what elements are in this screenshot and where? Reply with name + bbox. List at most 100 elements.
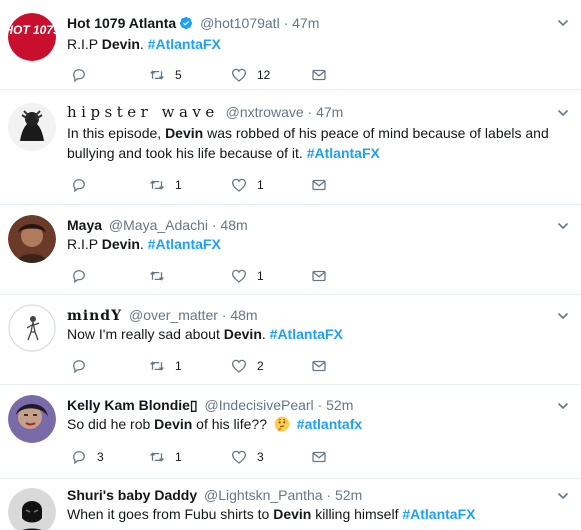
hashtag-link[interactable]: #AtlantaFX [307, 145, 380, 161]
reply-icon [73, 270, 85, 284]
hashtag-link[interactable]: #AtlantaFX [402, 506, 475, 522]
timestamp[interactable]: 47m [292, 15, 319, 31]
handle[interactable]: @over_matter [129, 307, 218, 323]
direct-message-button[interactable] [310, 357, 328, 375]
reply-button[interactable]: 3 [70, 448, 104, 466]
avatar-image [8, 395, 56, 443]
chevron-down-icon[interactable] [557, 17, 569, 29]
tweet[interactable]: Shuri's baby Daddy @Lightskn_Pantha · 52… [0, 479, 581, 530]
retweet-button[interactable] [148, 267, 175, 285]
reply-icon [73, 69, 85, 83]
separator-dot: · [317, 397, 323, 413]
chevron-down-icon[interactable] [557, 400, 569, 412]
display-name[interactable]: Shuri's baby Daddy [67, 487, 197, 503]
chevron-down-icon[interactable] [557, 310, 569, 322]
tweet-text: R.I.P Devin. #AtlantaFX [67, 236, 221, 252]
heart-icon [231, 269, 247, 283]
display-name[interactable]: Kelly Kam Blondie▯ [67, 397, 198, 413]
tweet[interactable]: Kelly Kam Blondie▯ @IndecisivePearl · 52… [0, 385, 581, 479]
display-name[interactable]: Maya [67, 217, 102, 233]
tweet[interactable]: hipster wave @nxtrowave · 47m In this ep… [0, 90, 581, 205]
separator-dot: · [221, 307, 227, 323]
display-name[interactable]: hipster wave [67, 103, 219, 121]
heart-icon [231, 359, 247, 373]
timestamp[interactable]: 52m [335, 487, 362, 503]
retweet-button[interactable]: 5 [148, 66, 182, 84]
direct-message-button[interactable] [310, 267, 328, 285]
hashtag-link[interactable]: #atlantafx [297, 416, 362, 432]
timestamp[interactable]: 48m [230, 307, 257, 323]
tweet-text: When it goes from Fubu shirts to Devin k… [67, 506, 476, 522]
reply-icon [73, 179, 85, 193]
envelope-icon [312, 69, 326, 81]
display-name[interactable]: Hot 1079 Atlanta [67, 15, 176, 31]
avatar-image [8, 215, 56, 263]
tweet-text: In this episode, Devin was robbed of his… [67, 125, 549, 161]
handle[interactable]: @Maya_Adachi [109, 217, 208, 233]
timeline: HOT 1079 Hot 1079 Atlanta @hot1079atl · … [0, 0, 581, 530]
handle[interactable]: @hot1079atl [200, 15, 280, 31]
reply-button[interactable] [70, 267, 97, 285]
tweet[interactable]: HOT 1079 Hot 1079 Atlanta @hot1079atl · … [0, 0, 581, 90]
avatar[interactable] [8, 103, 56, 151]
handle[interactable]: @IndecisivePearl [205, 397, 314, 413]
like-button[interactable]: 3 [230, 448, 264, 466]
direct-message-button[interactable] [310, 66, 328, 84]
avatar[interactable] [8, 488, 56, 530]
retweet-button[interactable]: 1 [148, 176, 182, 194]
like-button[interactable]: 1 [230, 176, 264, 194]
like-button[interactable]: 2 [230, 357, 264, 375]
envelope-icon [312, 270, 326, 282]
tweet[interactable]: Maya @Maya_Adachi · 48m R.I.P Devin. #At… [0, 205, 581, 295]
separator-dot: · [326, 487, 332, 503]
direct-message-button[interactable] [310, 176, 328, 194]
chevron-down-icon[interactable] [557, 220, 569, 232]
reply-icon [73, 360, 85, 374]
hashtag-link[interactable]: #AtlantaFX [148, 36, 221, 52]
avatar-image [8, 488, 56, 530]
chevron-down-icon[interactable] [557, 107, 569, 119]
avatar[interactable] [8, 215, 56, 263]
avatar-image: HOT 1079 [8, 13, 56, 61]
reply-button[interactable] [70, 66, 97, 84]
reply-button[interactable] [70, 176, 97, 194]
handle[interactable]: @Lightskn_Pantha [204, 487, 323, 503]
retweet-button[interactable]: 1 [148, 357, 182, 375]
envelope-icon [312, 451, 326, 463]
tweet-actions: 5 12 [70, 66, 370, 84]
envelope-icon [312, 360, 326, 372]
retweet-icon [150, 271, 164, 281]
thinking-face-emoji [274, 416, 290, 432]
heart-icon [231, 68, 247, 82]
hashtag-link[interactable]: #AtlantaFX [270, 326, 343, 342]
avatar[interactable]: HOT 1079 [8, 13, 56, 61]
hashtag-link[interactable]: #AtlantaFX [148, 236, 221, 252]
handle[interactable]: @nxtrowave [226, 104, 304, 120]
like-button[interactable]: 1 [230, 267, 264, 285]
retweet-icon [150, 70, 164, 80]
timestamp[interactable]: 48m [220, 217, 247, 233]
tweet-text: So did he rob Devin of his life?? #atlan… [67, 416, 363, 432]
retweet-icon [150, 452, 164, 462]
retweet-button[interactable]: 1 [148, 448, 182, 466]
reply-icon [73, 451, 85, 465]
verified-badge-icon [180, 16, 193, 30]
timestamp[interactable]: 47m [316, 104, 343, 120]
retweet-icon [150, 361, 164, 371]
direct-message-button[interactable] [310, 448, 328, 466]
display-name[interactable]: mindY [67, 308, 122, 324]
chevron-down-icon[interactable] [557, 490, 569, 502]
tweet-actions: 1 2 [70, 357, 370, 375]
avatar[interactable] [8, 395, 56, 443]
envelope-icon [312, 179, 326, 191]
separator-dot: · [283, 15, 289, 31]
tweet[interactable]: mindY @over_matter · 48m Now I'm really … [0, 295, 581, 385]
like-button[interactable]: 12 [230, 66, 270, 84]
timestamp[interactable]: 52m [326, 397, 353, 413]
avatar-image [8, 304, 56, 352]
heart-icon [231, 178, 247, 192]
reply-button[interactable] [70, 357, 97, 375]
tweet-text: Now I'm really sad about Devin. #Atlanta… [67, 326, 343, 342]
avatar[interactable] [8, 304, 56, 352]
tweet-text: R.I.P Devin. #AtlantaFX [67, 36, 221, 52]
